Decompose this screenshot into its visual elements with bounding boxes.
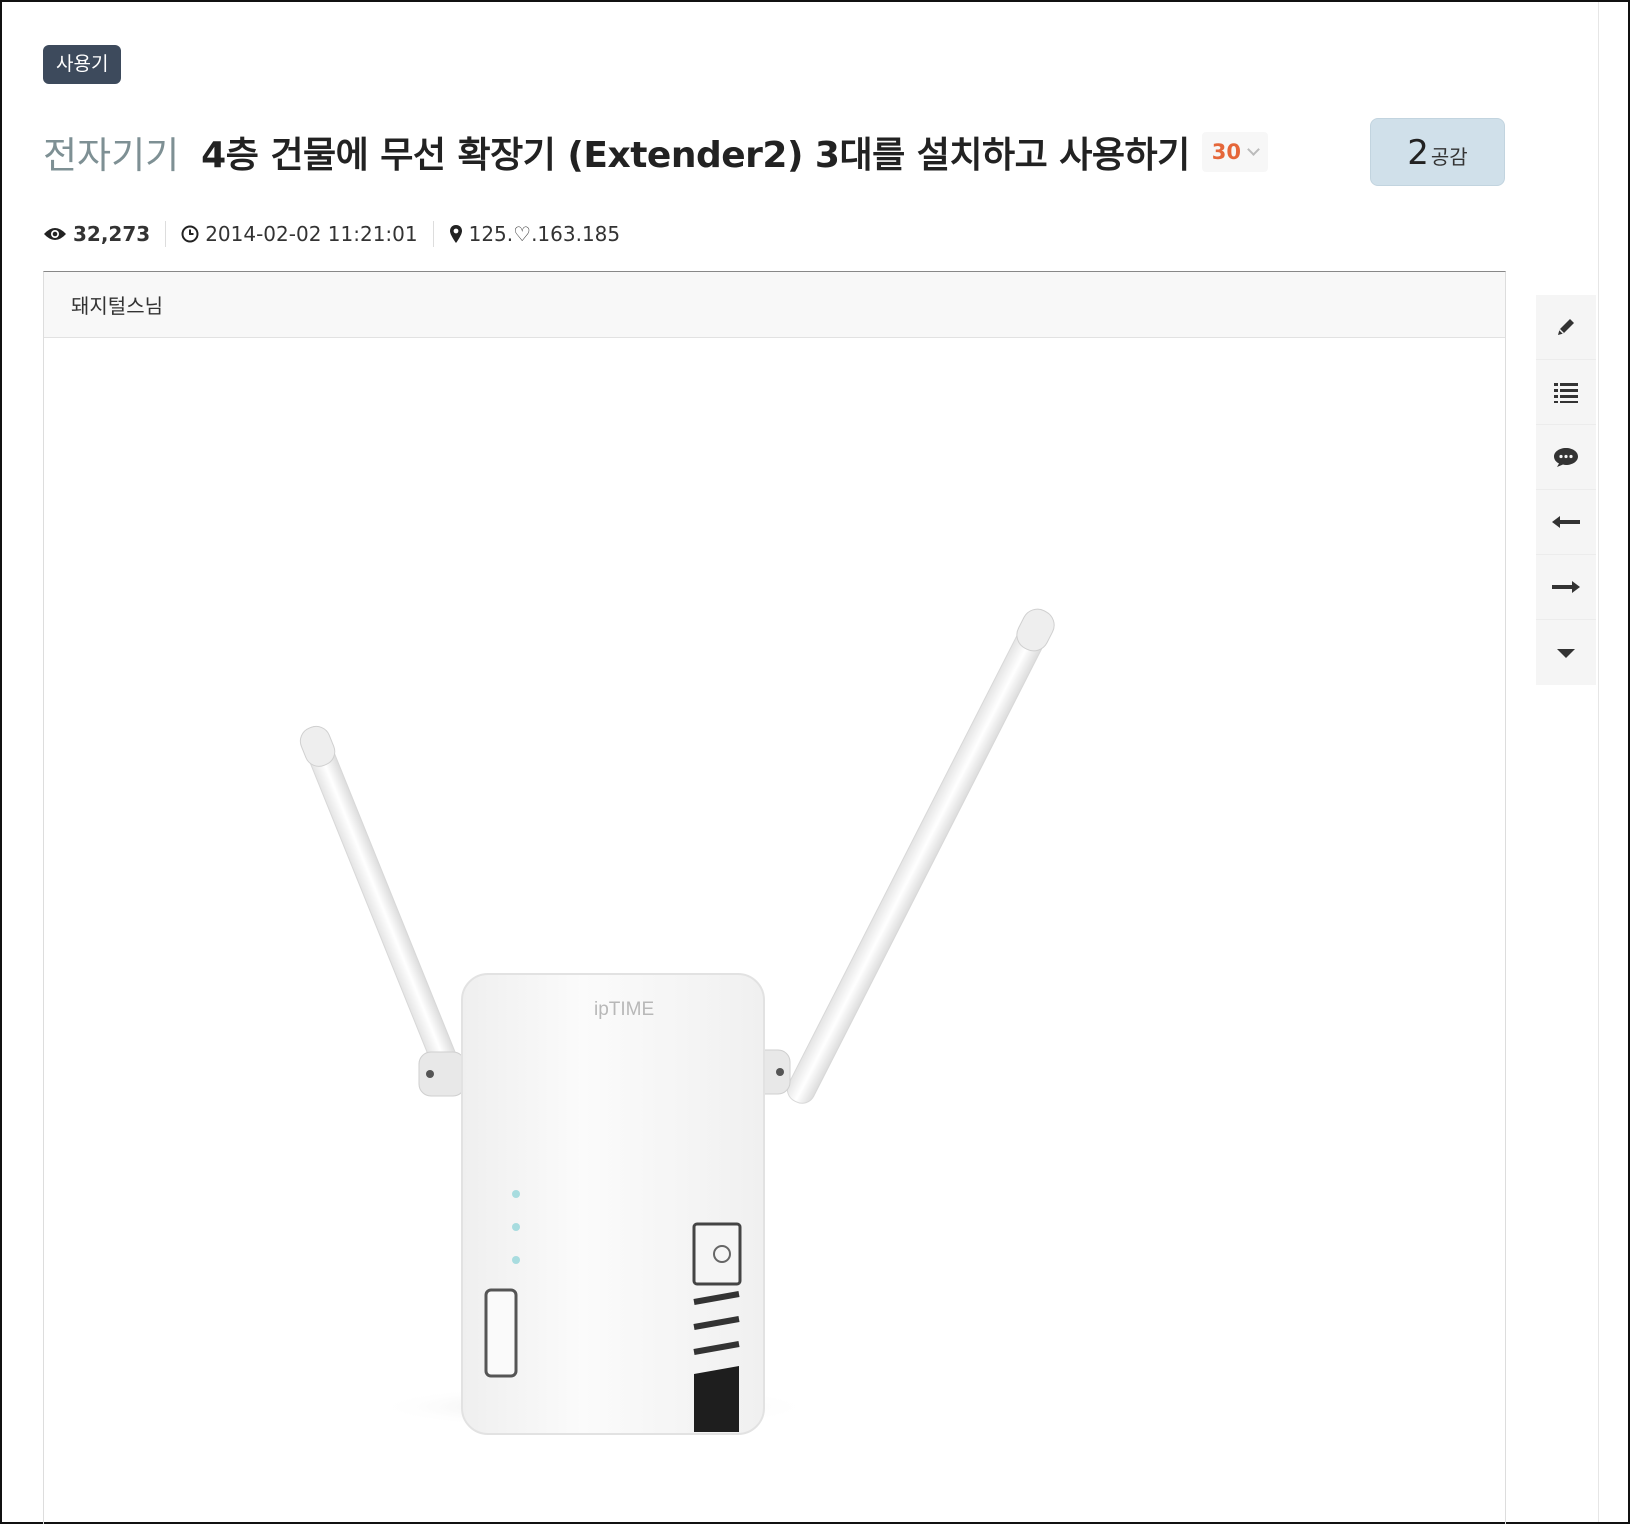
meta-date-item: 2014-02-02 11:21:01	[181, 222, 418, 246]
side-toolbar	[1536, 295, 1596, 685]
scroll-down-button[interactable]	[1536, 620, 1596, 685]
view-count: 32,273	[73, 222, 151, 246]
list-button[interactable]	[1536, 360, 1596, 425]
clock-icon	[181, 225, 199, 243]
caret-down-icon	[1557, 648, 1575, 658]
pencil-icon	[1558, 319, 1574, 335]
meta-ip-item: 125.♡.163.185	[449, 222, 621, 246]
comments-button[interactable]	[1536, 425, 1596, 490]
arrow-right-icon	[1552, 581, 1580, 593]
author-ip: 125.♡.163.185	[468, 222, 621, 246]
like-label: 공감	[1430, 145, 1468, 169]
chevron-down-icon	[1247, 143, 1260, 156]
like-count: 2	[1407, 133, 1429, 173]
comment-count-toggle[interactable]: 30	[1201, 132, 1268, 172]
title-row: 전자기기 4층 건물에 무선 확장기 (Extender2) 3대를 설치하고 …	[43, 122, 1268, 182]
like-button[interactable]: 2 공감	[1370, 118, 1505, 186]
board-name-link[interactable]: 전자기기	[43, 125, 179, 179]
meta-divider	[165, 221, 167, 247]
write-button[interactable]	[1536, 295, 1596, 360]
post-meta: 32,273 2014-02-02 11:21:01 125.♡.163.185	[43, 219, 620, 249]
right-divider	[1598, 2, 1599, 1522]
comment-icon	[1554, 448, 1578, 467]
eye-icon	[44, 228, 66, 240]
meta-divider	[432, 221, 434, 247]
post-datetime: 2014-02-02 11:21:01	[205, 222, 418, 246]
post-content: 돼지털스님 ipTIME	[43, 271, 1506, 1524]
router-product-image: ipTIME	[299, 608, 1055, 1435]
prev-post-button[interactable]	[1536, 490, 1596, 555]
author-name[interactable]: 돼지털스님	[71, 290, 163, 319]
author-bar: 돼지털스님	[44, 272, 1505, 338]
list-icon	[1554, 383, 1578, 403]
brand-logo: ipTIME	[594, 999, 654, 1020]
comment-count: 30	[1211, 140, 1241, 164]
post-title: 4층 건물에 무선 확장기 (Extender2) 3대를 설치하고 사용하기	[201, 135, 1190, 176]
map-marker-icon	[449, 225, 462, 243]
arrow-left-icon	[1552, 516, 1580, 528]
next-post-button[interactable]	[1536, 555, 1596, 620]
meta-views-item: 32,273	[43, 222, 150, 246]
category-badge[interactable]: 사용기	[43, 45, 122, 84]
